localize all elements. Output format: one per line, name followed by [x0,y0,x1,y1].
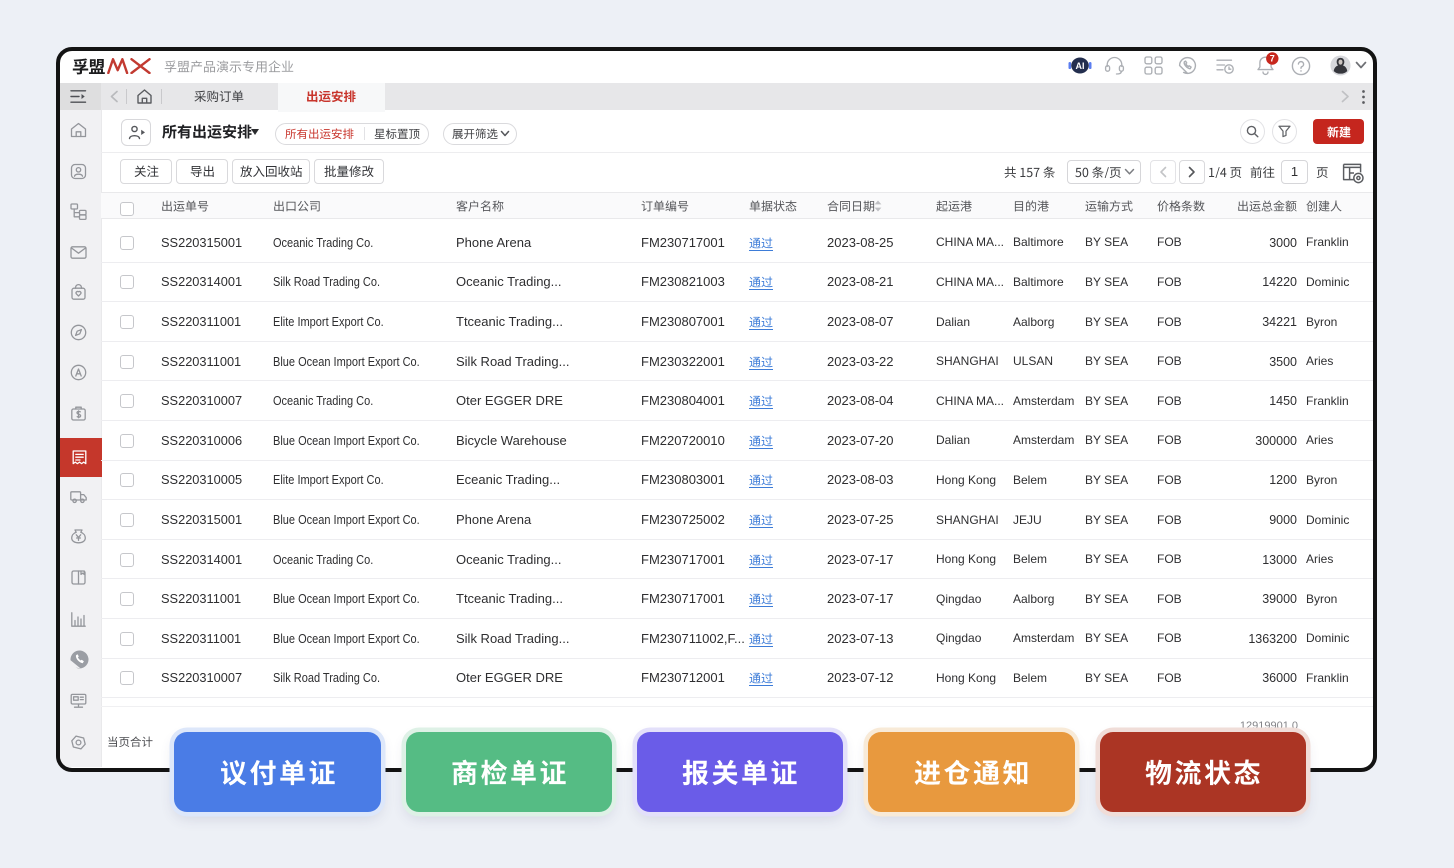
svg-text:7: 7 [1270,54,1275,64]
svg-text:AI: AI [1076,61,1085,71]
